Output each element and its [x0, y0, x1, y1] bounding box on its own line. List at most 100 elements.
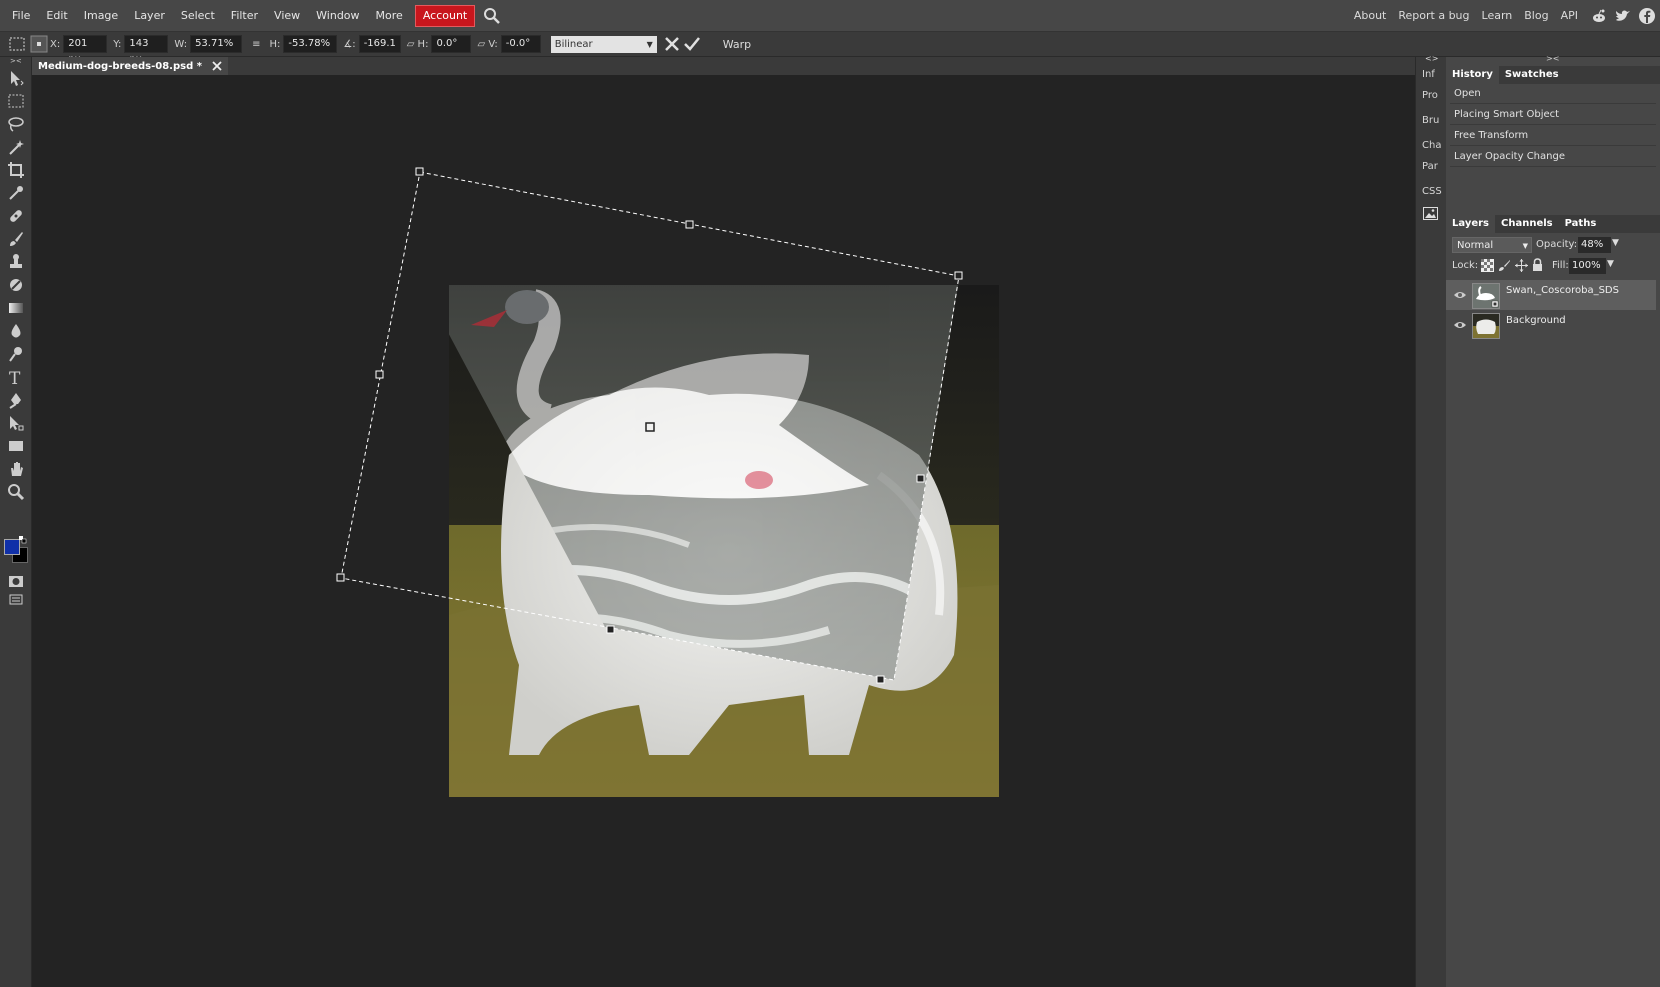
lock-position-move-icon[interactable] — [1515, 259, 1528, 272]
search-icon[interactable] — [483, 7, 501, 25]
tab-paths[interactable]: Paths — [1559, 215, 1603, 233]
pen-tool-icon[interactable] — [6, 390, 26, 410]
tab-history[interactable]: History — [1446, 66, 1499, 84]
layer-row[interactable]: Background — [1446, 310, 1656, 340]
link-learn[interactable]: Learn — [1476, 9, 1519, 22]
panel-brush[interactable]: Bru — [1422, 115, 1439, 126]
lock-label: Lock: — [1452, 260, 1479, 271]
expand-panels-icon[interactable]: <> — [1425, 54, 1438, 63]
fill-input[interactable]: 100% — [1569, 258, 1606, 274]
interpolation-select[interactable]: Bilinear ▼ — [550, 35, 657, 53]
eraser-tool-icon[interactable] — [6, 275, 26, 295]
magic-wand-tool-icon[interactable] — [6, 137, 26, 157]
warp-button[interactable]: Warp — [723, 38, 751, 51]
hand-tool-icon[interactable] — [6, 459, 26, 479]
link-api[interactable]: API — [1555, 9, 1584, 22]
account-button[interactable]: Account — [414, 4, 476, 27]
layer-name: Background — [1506, 315, 1566, 326]
panel-css[interactable]: CSS — [1422, 186, 1442, 197]
menu-layer[interactable]: Layer — [126, 0, 173, 31]
history-item[interactable]: Free Transform — [1450, 126, 1656, 146]
y-input[interactable]: 143 px — [124, 35, 169, 65]
close-icon[interactable] — [212, 61, 222, 71]
tab-swatches[interactable]: Swatches — [1499, 66, 1565, 84]
gradient-tool-icon[interactable] — [6, 298, 26, 318]
marquee-tool-icon[interactable] — [6, 91, 26, 111]
lock-transparency-icon[interactable] — [1481, 259, 1494, 272]
blur-tool-icon[interactable] — [6, 321, 26, 341]
screen-mode-icon[interactable] — [6, 589, 26, 609]
panel-paragraph[interactable]: Par — [1422, 161, 1438, 172]
svg-text:><: >< — [10, 57, 22, 63]
menu-window[interactable]: Window — [308, 0, 367, 31]
healing-brush-tool-icon[interactable] — [6, 206, 26, 226]
link-about[interactable]: About — [1348, 9, 1393, 22]
collapse-toolbar-icon[interactable]: >< — [10, 57, 22, 63]
layer-name: Swan,_Coscoroba_SDS — [1506, 285, 1619, 296]
swap-colors-icon[interactable] — [19, 536, 27, 544]
tab-channels[interactable]: Channels — [1495, 215, 1559, 233]
rectangle-tool-icon[interactable] — [6, 436, 26, 456]
y-label: Y: — [113, 38, 122, 50]
svg-text:T: T — [9, 369, 21, 387]
document-image[interactable] — [449, 285, 999, 797]
panel-character[interactable]: Cha — [1422, 140, 1441, 151]
link-blog[interactable]: Blog — [1518, 9, 1554, 22]
menu-edit[interactable]: Edit — [38, 0, 75, 31]
cancel-transform-icon[interactable] — [663, 35, 681, 53]
collapse-right-panel-icon[interactable]: >< — [1546, 54, 1559, 63]
link-report-bug[interactable]: Report a bug — [1392, 9, 1475, 22]
fill-dropdown-icon[interactable]: ▼ — [1607, 259, 1614, 269]
move-tool-icon[interactable] — [6, 68, 26, 88]
reference-point-icon[interactable] — [30, 35, 48, 53]
document-tab[interactable]: Medium-dog-breeds-08.psd * — [32, 57, 228, 75]
menu-more[interactable]: More — [368, 0, 411, 31]
panel-properties[interactable]: Pro — [1422, 90, 1438, 101]
menu-filter[interactable]: Filter — [223, 0, 266, 31]
visibility-eye-icon[interactable] — [1454, 320, 1466, 330]
lock-all-icon[interactable] — [1532, 258, 1543, 272]
brush-tool-icon[interactable] — [6, 229, 26, 249]
lasso-tool-icon[interactable] — [6, 114, 26, 134]
lock-pixels-brush-icon[interactable] — [1498, 259, 1511, 272]
panel-info[interactable]: Inf — [1422, 69, 1435, 80]
height-input[interactable]: -53.78% — [283, 35, 338, 53]
clone-stamp-tool-icon[interactable] — [6, 252, 26, 272]
opacity-dropdown-icon[interactable]: ▼ — [1612, 238, 1619, 248]
opacity-input[interactable]: 48% — [1578, 237, 1611, 253]
visibility-eye-icon[interactable] — [1454, 290, 1466, 300]
path-selection-tool-icon[interactable] — [6, 413, 26, 433]
quick-mask-icon[interactable] — [6, 571, 26, 591]
x-input[interactable]: 201 px — [63, 35, 108, 65]
foreground-color-swatch-top[interactable] — [4, 539, 20, 555]
hskew-label: ▱ H: — [406, 38, 429, 50]
hskew-input[interactable]: 0.0° — [431, 35, 472, 53]
menu-bar: File Edit Image Layer Select Filter View… — [0, 0, 1660, 32]
menu-view[interactable]: View — [266, 0, 308, 31]
commit-transform-icon[interactable] — [683, 35, 701, 53]
twitter-icon[interactable] — [1614, 7, 1632, 25]
type-tool-icon[interactable]: T — [6, 367, 26, 389]
image-panel-icon[interactable] — [1423, 207, 1438, 220]
zoom-tool-icon[interactable] — [6, 482, 26, 502]
tab-layers[interactable]: Layers — [1446, 215, 1495, 233]
eyedropper-tool-icon[interactable] — [6, 183, 26, 203]
menu-select[interactable]: Select — [173, 0, 223, 31]
history-item[interactable]: Layer Opacity Change — [1450, 147, 1656, 167]
reddit-icon[interactable] — [1590, 7, 1608, 25]
vskew-input[interactable]: -0.0° — [500, 35, 541, 53]
link-proportions-icon[interactable]: ≡ — [252, 39, 260, 50]
transform-marquee-icon[interactable] — [8, 35, 26, 53]
history-item[interactable]: Open — [1450, 84, 1656, 104]
width-input[interactable]: 53.71% — [190, 35, 243, 53]
facebook-icon[interactable] — [1638, 7, 1656, 25]
angle-input[interactable]: -169.1 — [358, 35, 401, 53]
dodge-tool-icon[interactable] — [6, 344, 26, 364]
history-item[interactable]: Placing Smart Object — [1450, 105, 1656, 125]
blend-mode-select[interactable]: Normal ▼ — [1452, 237, 1532, 253]
layer-row[interactable]: Swan,_Coscoroba_SDS — [1446, 280, 1656, 310]
menu-image[interactable]: Image — [76, 0, 126, 31]
blend-mode-value: Normal — [1457, 240, 1494, 251]
menu-file[interactable]: File — [4, 0, 38, 31]
crop-tool-icon[interactable] — [6, 160, 26, 180]
